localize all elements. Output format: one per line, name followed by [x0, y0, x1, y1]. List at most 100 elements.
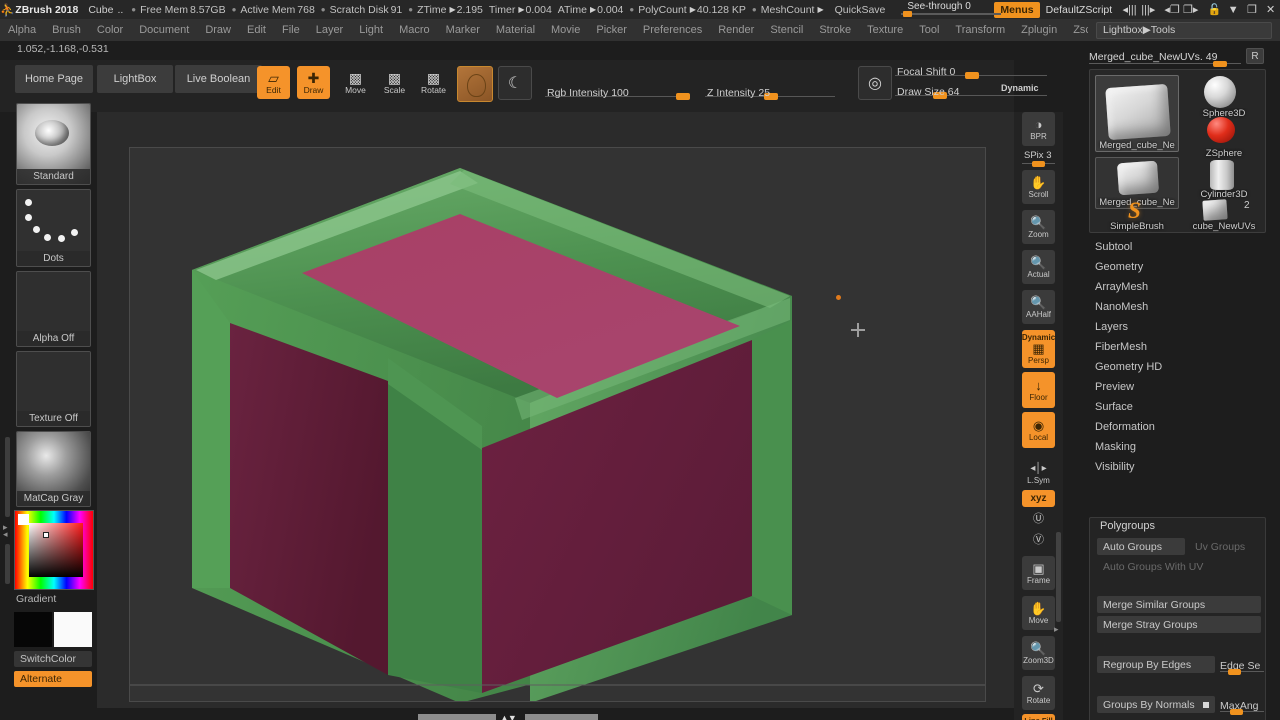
restore-window-icon[interactable]: ◂❐	[1163, 0, 1182, 19]
scale-tool-button[interactable]: ▩ Scale	[378, 66, 411, 99]
menu-light[interactable]: Light	[351, 22, 391, 38]
subpalette-arraymesh[interactable]: ArrayMesh	[1089, 277, 1266, 297]
uv-groups-button[interactable]: Uv Groups	[1189, 538, 1261, 555]
current-tool-knob[interactable]	[1213, 61, 1227, 67]
rotate-tool-button[interactable]: ▩ Rotate	[417, 66, 450, 99]
merge-similar-groups-button[interactable]: Merge Similar Groups	[1097, 596, 1261, 613]
next-script-icon[interactable]: |||▸	[1139, 0, 1158, 19]
current-stroke-tile[interactable]: Dots	[16, 189, 91, 267]
document-viewport[interactable]	[129, 147, 986, 702]
aahalf-button[interactable]: 🔍 AAHalf	[1022, 290, 1055, 324]
scrollbar-arrows-icon[interactable]: ▲▼	[500, 713, 517, 720]
left-tray-scrollbar[interactable]	[5, 437, 10, 517]
canvas-bottom-scrollbar[interactable]: ▲▼	[418, 713, 598, 720]
current-tool-slider[interactable]: Merged_cube_NewUVs. 49	[1089, 48, 1241, 67]
cylinder3d-tool[interactable]: Cylinder3D	[1182, 158, 1266, 200]
menu-layer[interactable]: Layer	[308, 22, 352, 38]
z-intensity-slider[interactable]: Z Intensity 25	[705, 83, 835, 100]
max-angle-slider[interactable]: MaxAng	[1220, 696, 1264, 715]
switch-color-button[interactable]: SwitchColor	[14, 651, 92, 667]
quicksave-button[interactable]: QuickSave	[835, 4, 886, 16]
draw-size-picker-icon[interactable]: ◎	[858, 66, 892, 100]
tool-reset-button[interactable]: R	[1246, 48, 1264, 64]
subpalette-deformation[interactable]: Deformation	[1089, 417, 1266, 437]
current-texture-tile[interactable]: Texture Off	[16, 351, 91, 427]
current-brush-tile[interactable]: Standard	[16, 103, 91, 185]
subpalette-nanomesh[interactable]: NanoMesh	[1089, 297, 1266, 317]
menu-texture[interactable]: Texture	[859, 22, 911, 38]
see-through-knob[interactable]	[903, 11, 913, 17]
merged-cube-large-tool[interactable]: Merged_cube_Ne	[1095, 75, 1179, 152]
menu-marker[interactable]: Marker	[438, 22, 488, 38]
menu-preferences[interactable]: Preferences	[635, 22, 710, 38]
xyz-button[interactable]: xyz	[1022, 490, 1055, 507]
edge-sensitivity-knob[interactable]	[1228, 669, 1241, 675]
rail-scrollbar[interactable]	[1056, 532, 1061, 622]
home-page-button[interactable]: Home Page	[15, 65, 93, 93]
color-picker-marker[interactable]	[43, 532, 49, 538]
left-tray-scrollbar-2[interactable]	[5, 544, 10, 584]
edit-tool-button[interactable]: ▱ Edit	[257, 66, 290, 99]
line-fill-button[interactable]: Line Fill	[1022, 714, 1055, 720]
color-picker-current-swatch[interactable]	[18, 514, 29, 525]
max-angle-knob[interactable]	[1230, 709, 1243, 715]
menu-movie[interactable]: Movie	[543, 22, 588, 38]
menu-alpha[interactable]: Alpha	[0, 22, 44, 38]
lightbox-button[interactable]: LightBox	[97, 65, 173, 93]
menu-zplugin[interactable]: Zplugin	[1013, 22, 1065, 38]
rotate-view-button[interactable]: ⟳ Rotate	[1022, 676, 1055, 710]
subpalette-subtool[interactable]: Subtool	[1089, 237, 1266, 257]
subpalette-visibility[interactable]: Visibility	[1089, 457, 1266, 477]
menu-draw[interactable]: Draw	[197, 22, 239, 38]
auto-groups-button[interactable]: Auto Groups	[1097, 538, 1185, 555]
color-picker[interactable]	[14, 510, 94, 590]
zsphere-tool[interactable]: ZSphere	[1182, 117, 1266, 159]
menu-color[interactable]: Color	[89, 22, 131, 38]
focal-shift-knob[interactable]	[965, 72, 979, 79]
y-axis-button[interactable]: Ⓤ	[1022, 511, 1055, 528]
subpalette-fibermesh[interactable]: FiberMesh	[1089, 337, 1266, 357]
secondary-color-swatch[interactable]	[14, 612, 52, 647]
rgb-intensity-slider[interactable]: Rgb Intensity 100	[545, 83, 690, 100]
z-axis-button[interactable]: Ⓥ	[1022, 532, 1055, 549]
menu-file[interactable]: File	[274, 22, 308, 38]
spix-knob[interactable]	[1032, 161, 1045, 167]
restore-icon[interactable]: ❐	[1243, 0, 1262, 19]
close-icon[interactable]: ✕	[1261, 0, 1280, 19]
rail-expand-arrows-icon[interactable]: ▸	[1054, 624, 1059, 635]
local-button[interactable]: ◉ Local	[1022, 412, 1055, 448]
zoom3d-button[interactable]: 🔍 Zoom3D	[1022, 636, 1055, 670]
scrollbar-left-segment[interactable]	[418, 714, 496, 720]
groups-by-normals-button[interactable]: Groups By Normals	[1097, 696, 1215, 713]
auto-groups-with-uv-button[interactable]: Auto Groups With UV	[1097, 558, 1261, 575]
live-boolean-button[interactable]: Live Boolean	[175, 65, 262, 93]
menu-picker[interactable]: Picker	[588, 22, 635, 38]
left-tray-expand-arrows-icon[interactable]: ▸ ◂	[3, 523, 8, 539]
draw-tool-button[interactable]: ✚ Draw	[297, 66, 330, 99]
subpalette-layers[interactable]: Layers	[1089, 317, 1266, 337]
scroll-button[interactable]: ✋ Scroll	[1022, 170, 1055, 204]
focal-shift-slider[interactable]: Focal Shift 0	[895, 62, 1047, 79]
primary-color-swatch[interactable]	[54, 612, 92, 647]
lsym-button[interactable]: ◂│▸ L.Sym	[1022, 460, 1055, 486]
subpalette-geometry[interactable]: Geometry	[1089, 257, 1266, 277]
floor-button[interactable]: ↓ Floor	[1022, 372, 1055, 408]
stroke-preview-icon[interactable]: ☾	[498, 66, 532, 100]
menu-edit[interactable]: Edit	[239, 22, 274, 38]
menu-material[interactable]: Material	[488, 22, 543, 38]
regroup-by-edges-button[interactable]: Regroup By Edges	[1097, 656, 1215, 673]
menu-stroke[interactable]: Stroke	[811, 22, 859, 38]
alternate-button[interactable]: Alternate	[14, 671, 92, 687]
current-material-tile[interactable]: MatCap Gray	[16, 431, 91, 507]
see-through-slider[interactable]: See-through 0	[901, 0, 1002, 19]
bpr-button[interactable]: ◑ BPR	[1022, 112, 1055, 146]
merge-stray-groups-button[interactable]: Merge Stray Groups	[1097, 616, 1261, 633]
subpalette-preview[interactable]: Preview	[1089, 377, 1266, 397]
menu-document[interactable]: Document	[131, 22, 197, 38]
canvas-area[interactable]	[97, 112, 1014, 708]
menu-tool[interactable]: Tool	[911, 22, 947, 38]
menu-stencil[interactable]: Stencil	[762, 22, 811, 38]
sphere3d-tool[interactable]: Sphere3D	[1182, 75, 1266, 119]
dynamic-toggle[interactable]: Dynamic	[1001, 83, 1039, 93]
menu-render[interactable]: Render	[710, 22, 762, 38]
